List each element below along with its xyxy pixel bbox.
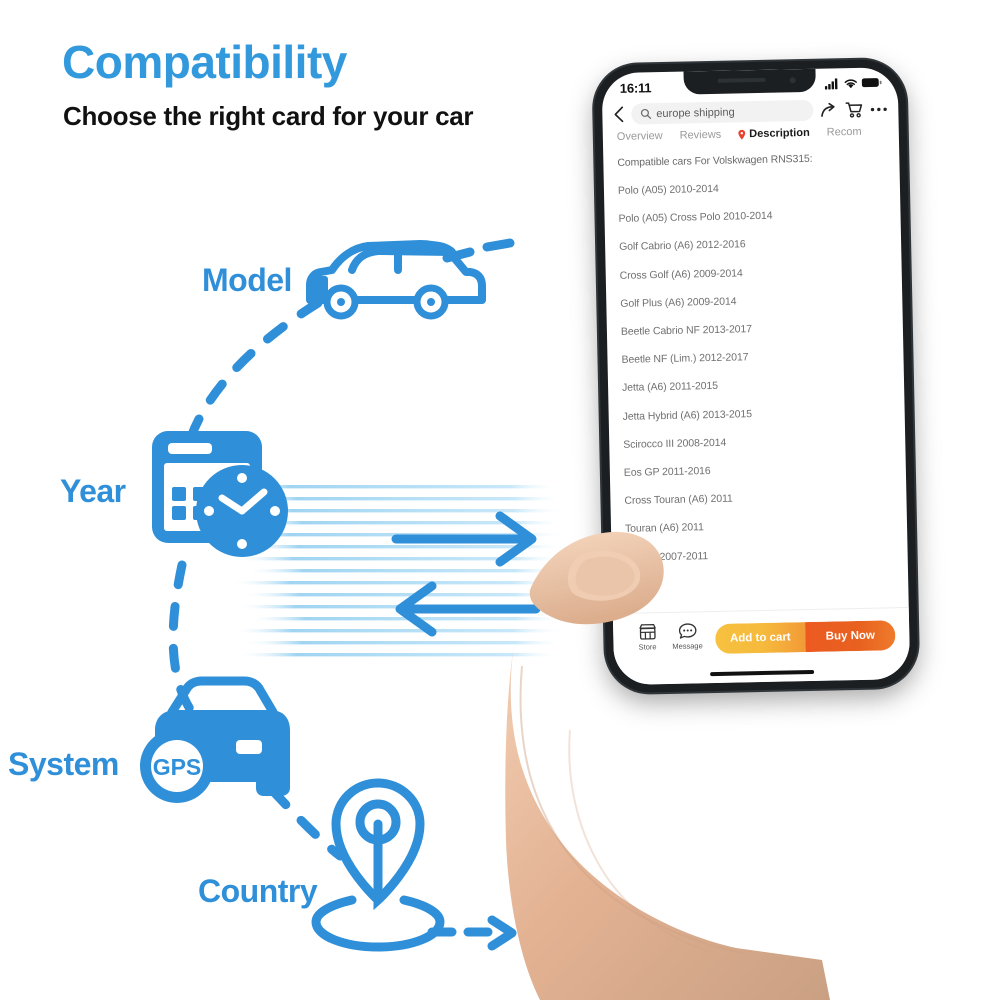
path-end-arrow-icon <box>487 915 517 951</box>
search-input[interactable]: europe shipping <box>631 99 814 125</box>
diagram-label-model: Model <box>202 262 292 298</box>
tab-label: Overview <box>616 129 663 143</box>
tab-recom[interactable]: Recom <box>827 126 862 139</box>
calendar-clock-icon <box>152 431 288 557</box>
compatible-cars-list[interactable]: Compatible cars For Volskwagen RNS315: P… <box>603 141 908 569</box>
phone-screen: 16:11 europe shipping Overview Reviews D… <box>601 67 911 686</box>
battery-full-icon <box>861 78 882 88</box>
message-label: Message <box>672 641 703 651</box>
gps-badge-text: GPS <box>153 754 202 780</box>
location-pin-icon <box>738 129 746 140</box>
diagram-label-system: System <box>8 746 119 782</box>
back-button[interactable] <box>613 106 624 123</box>
message-button[interactable]: Message <box>667 622 708 651</box>
share-arrow-icon <box>821 102 835 117</box>
status-time: 16:11 <box>619 79 652 96</box>
chat-bubble-icon <box>678 623 696 639</box>
cta-group: Add to cart Buy Now <box>715 620 896 654</box>
cart-button[interactable] <box>845 101 863 118</box>
tab-label: Reviews <box>679 128 722 142</box>
ellipsis-icon <box>870 107 887 111</box>
buy-now-button[interactable]: Buy Now <box>805 620 896 653</box>
store-icon <box>638 623 656 640</box>
diagram-label-country: Country <box>198 873 318 909</box>
shopping-cart-icon <box>845 102 863 118</box>
share-button[interactable] <box>820 102 838 118</box>
tab-description[interactable]: Description <box>738 127 810 140</box>
tab-overview[interactable]: Overview <box>617 130 663 143</box>
chevron-left-icon <box>614 106 624 123</box>
tab-reviews[interactable]: Reviews <box>680 129 722 142</box>
diagram-label-year: Year <box>60 473 126 509</box>
smartphone-mockup: 16:11 europe shipping Overview Reviews D… <box>593 58 926 706</box>
search-icon <box>640 108 652 119</box>
signal-bars-icon <box>824 77 838 90</box>
add-to-cart-button[interactable]: Add to cart <box>715 622 806 654</box>
phone-body: 16:11 europe shipping Overview Reviews D… <box>593 58 919 694</box>
store-button[interactable]: Store <box>627 623 668 652</box>
tab-label: Recom <box>826 125 862 139</box>
list-item: Tiguan 2007-2011 <box>625 549 709 564</box>
more-options-button[interactable] <box>870 106 887 112</box>
wifi-icon <box>844 78 857 88</box>
infographic-canvas: Compatibility Choose the right card for … <box>0 0 1000 1000</box>
car-side-icon <box>306 240 486 320</box>
tab-label: Description <box>749 126 810 141</box>
store-label: Store <box>638 642 657 652</box>
car-front-gps-icon: GPS <box>140 676 290 803</box>
search-query-text: europe shipping <box>656 105 735 120</box>
arrow-left-icon <box>395 581 541 637</box>
map-pin-icon <box>311 778 445 952</box>
